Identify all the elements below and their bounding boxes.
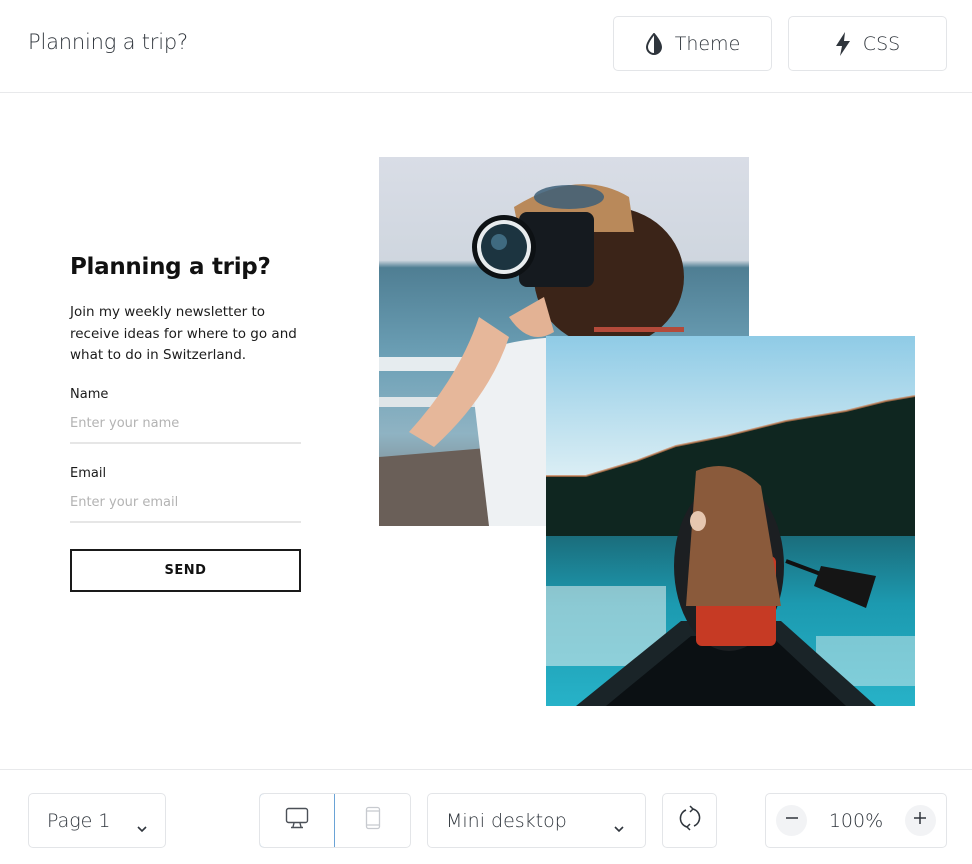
viewport-select-value: Mini desktop xyxy=(446,809,567,832)
name-input[interactable] xyxy=(70,413,301,444)
zoom-control: 100% xyxy=(765,793,947,848)
plus-icon xyxy=(913,811,927,830)
device-toggle xyxy=(259,793,411,848)
page-select-value: Page 1 xyxy=(47,809,111,832)
preview-canvas: Planning a trip? Join my weekly newslett… xyxy=(0,94,972,769)
newsletter-form: Planning a trip? Join my weekly newslett… xyxy=(70,254,302,592)
css-button-label: CSS xyxy=(862,32,901,55)
chevron-down-icon xyxy=(136,816,148,838)
email-input[interactable] xyxy=(70,492,301,523)
photo-canoe xyxy=(546,336,915,706)
mobile-view-button[interactable] xyxy=(335,794,410,847)
name-label: Name xyxy=(70,386,109,402)
send-button[interactable]: SEND xyxy=(70,548,301,592)
mobile-phone-icon xyxy=(365,806,381,835)
form-heading: Planning a trip? xyxy=(70,254,271,280)
rotate-icon xyxy=(678,805,702,836)
chevron-down-icon xyxy=(613,816,625,838)
viewport-select[interactable]: Mini desktop xyxy=(427,793,646,848)
page-title: Planning a trip? xyxy=(28,30,188,54)
desktop-view-button[interactable] xyxy=(260,794,335,847)
bottom-bar: Page 1 Mini desktop 100% xyxy=(0,769,972,864)
lightning-bolt-icon xyxy=(835,31,851,56)
theme-button[interactable]: Theme xyxy=(613,16,772,71)
monitor-icon xyxy=(285,807,309,834)
zoom-out-button[interactable] xyxy=(776,805,807,836)
rotate-button[interactable] xyxy=(662,793,717,848)
css-button[interactable]: CSS xyxy=(788,16,947,71)
form-description: Join my weekly newsletter to receive ide… xyxy=(70,304,297,363)
droplet-half-icon xyxy=(645,32,663,55)
zoom-value: 100% xyxy=(828,809,884,832)
minus-icon xyxy=(785,811,799,830)
top-bar: Planning a trip? Theme CSS xyxy=(0,0,972,93)
theme-button-label: Theme xyxy=(674,32,741,55)
zoom-in-button[interactable] xyxy=(904,805,936,836)
email-label: Email xyxy=(70,465,107,481)
page-select[interactable]: Page 1 xyxy=(28,793,166,848)
